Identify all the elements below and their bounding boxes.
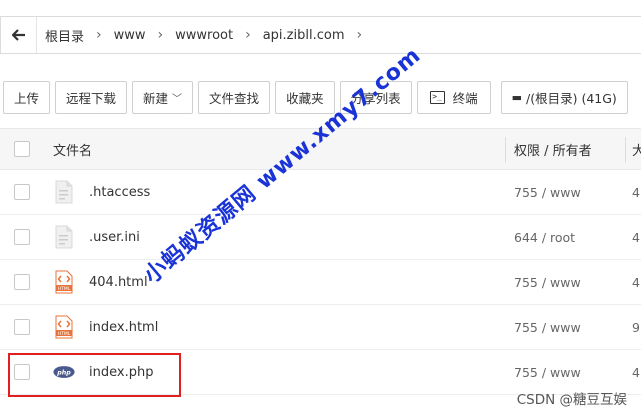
html-file-icon: HTML	[53, 314, 75, 340]
svg-text:HTML: HTML	[58, 331, 71, 337]
html-file-icon: HTML	[53, 269, 75, 295]
chevron-right-icon: ›	[356, 27, 363, 43]
file-name-cell: HTML 404.html	[53, 269, 148, 295]
back-arrow-icon[interactable]	[1, 17, 37, 53]
remote-download-label: 远程下载	[66, 91, 117, 106]
hard-drive-icon: ▬	[511, 91, 523, 104]
file-name-cell: .user.ini	[53, 224, 140, 250]
size-cell: 4	[632, 364, 640, 380]
table-row[interactable]: HTML index.html 755 / www 9	[0, 305, 641, 350]
size-cell: 4	[632, 274, 640, 290]
column-divider	[505, 137, 506, 163]
chevron-right-icon: ›	[245, 27, 251, 43]
breadcrumb-item-site[interactable]: api.zibll.com	[255, 17, 353, 53]
file-name[interactable]: .htaccess	[89, 185, 150, 200]
source-credit: CSDN @糖豆互娱	[516, 392, 627, 408]
file-name[interactable]: .user.ini	[89, 230, 140, 245]
select-all-checkbox[interactable]	[14, 141, 30, 157]
table-row[interactable]: .user.ini 644 / root 4	[0, 215, 641, 260]
file-search-label: 文件查找	[209, 91, 260, 106]
breadcrumb-item-www[interactable]: www	[106, 17, 154, 53]
file-name[interactable]: 404.html	[89, 275, 148, 290]
table-row[interactable]: HTML 404.html 755 / www 4	[0, 260, 641, 305]
disk-label: /(根目录) (41G)	[526, 91, 617, 106]
column-header-size[interactable]: 大	[632, 140, 641, 159]
chevron-right-icon: ›	[157, 27, 164, 43]
terminal-button[interactable]: >_ 终端	[416, 81, 491, 114]
file-name-cell: HTML index.html	[53, 314, 158, 340]
column-header-permission[interactable]: 权限 / 所有者	[514, 140, 592, 159]
generic-file-icon	[53, 224, 75, 250]
chevron-right-icon: ›	[96, 27, 102, 43]
new-label: 新建	[143, 91, 169, 106]
size-cell: 4	[632, 184, 640, 200]
remote-download-button[interactable]: 远程下载	[55, 81, 128, 114]
generic-file-icon	[53, 179, 75, 205]
row-checkbox[interactable]	[14, 319, 30, 335]
permission-cell[interactable]: 755 / www	[514, 185, 581, 200]
row-checkbox[interactable]	[14, 229, 30, 245]
highlight-box	[8, 353, 181, 397]
terminal-label: 终端	[452, 91, 478, 106]
favorites-label: 收藏夹	[286, 91, 324, 106]
svg-text:HTML: HTML	[58, 286, 71, 292]
column-header-name[interactable]: 文件名	[53, 140, 92, 159]
permission-cell[interactable]: 755 / www	[514, 275, 581, 290]
breadcrumb-item-root[interactable]: 根目录	[37, 17, 92, 53]
column-divider	[625, 137, 626, 163]
breadcrumb-item-wwwroot[interactable]: wwwroot	[167, 17, 241, 53]
terminal-icon: >_	[429, 91, 445, 104]
file-search-button[interactable]: 文件查找	[198, 81, 271, 114]
new-dropdown-button[interactable]: 新建 ﹀	[132, 81, 194, 114]
toolbar: 上传 远程下载 新建 ﹀ 文件查找 收藏夹 分享列表 >_ 终端 ▬/(根目录) (…	[3, 81, 628, 114]
size-cell: 9	[632, 319, 640, 335]
disk-button[interactable]: ▬/(根目录) (41G)	[500, 81, 628, 114]
upload-button[interactable]: 上传	[3, 81, 51, 114]
permission-cell[interactable]: 644 / root	[514, 230, 575, 245]
row-checkbox[interactable]	[14, 274, 30, 290]
chevron-down-icon: ﹀	[172, 94, 183, 105]
file-name-cell: .htaccess	[53, 179, 150, 205]
permission-cell[interactable]: 755 / www	[514, 320, 581, 335]
table-row[interactable]: .htaccess 755 / www 4	[0, 170, 641, 215]
breadcrumb: 根目录 › www › wwwroot › api.zibll.com ›	[0, 16, 641, 54]
upload-label: 上传	[14, 91, 40, 106]
row-checkbox[interactable]	[14, 184, 30, 200]
file-name[interactable]: index.html	[89, 320, 158, 335]
size-cell: 4	[632, 229, 640, 245]
permission-cell[interactable]: 755 / www	[514, 365, 581, 380]
